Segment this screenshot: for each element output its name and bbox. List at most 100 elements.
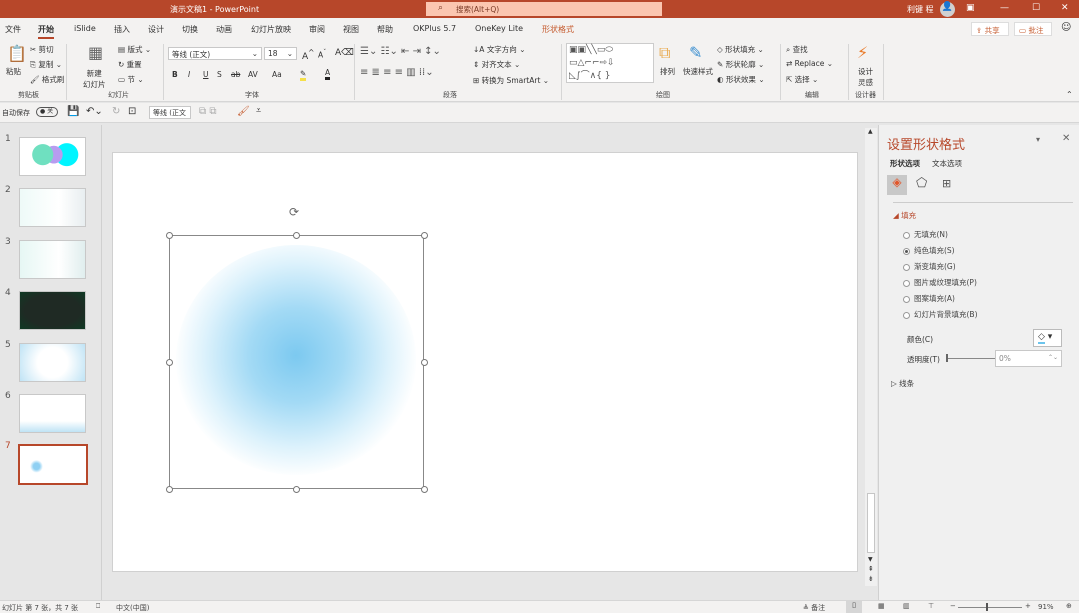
resize-handle[interactable] [421, 486, 428, 493]
copy-button[interactable]: ⎘ 复制 ⌄ [30, 59, 62, 70]
pane-options-icon[interactable]: ▾ [1036, 135, 1040, 144]
change-case-button[interactable]: Aa [272, 70, 282, 79]
feedback-icon[interactable]: ☺ [1061, 22, 1071, 33]
tab-insert[interactable]: 插入 [114, 24, 130, 35]
slide-thumbnail[interactable] [19, 394, 86, 433]
resize-handle[interactable] [293, 232, 300, 239]
collapse-ribbon-icon[interactable]: ⌃ [1066, 90, 1073, 99]
new-slide-icon[interactable]: ▦ [88, 43, 103, 62]
tab-shape-format[interactable]: 形状格式 [542, 24, 574, 35]
tab-onekey[interactable]: OneKey Lite [475, 24, 523, 33]
shape-outline-button[interactable]: ✎ 形状轮廓 ⌄ [717, 59, 764, 70]
italic-button[interactable]: I [188, 70, 190, 79]
tab-slideshow[interactable]: 幻灯片放映 [251, 24, 291, 35]
tab-file[interactable]: 文件 [5, 24, 21, 35]
new-slide-button[interactable]: 新建 幻灯片 [83, 68, 106, 90]
scroll-thumb[interactable] [867, 493, 875, 553]
text-direction-button[interactable]: ↓A 文字方向 ⌄ [473, 44, 525, 55]
tab-help[interactable]: 帮助 [377, 24, 393, 35]
slide-thumbnail[interactable] [19, 240, 86, 279]
font-size-select[interactable]: 18 ⌄ [264, 47, 297, 60]
quick-styles-icon[interactable]: ✎ [689, 43, 702, 62]
notes-button[interactable]: ≜ 备注 [803, 603, 825, 613]
tab-review[interactable]: 审阅 [309, 24, 325, 35]
search-input[interactable]: ⌕ 搜索(Alt+Q) [426, 2, 662, 16]
cut-button[interactable]: ✂ 剪切 [30, 44, 54, 55]
line-section-toggle[interactable]: ▷ 线条 [891, 378, 914, 389]
tab-okplus[interactable]: OKPlus 5.7 [413, 24, 456, 33]
tab-design[interactable]: 设计 [148, 24, 164, 35]
reading-view-icon[interactable]: ▥ [903, 602, 910, 610]
tab-shape-options[interactable]: 形状选项 [890, 158, 920, 169]
slide-thumbnail[interactable] [18, 444, 88, 485]
align-text-button[interactable]: ⇕ 对齐文本 ⌄ [473, 59, 520, 70]
arrange-button[interactable]: 排列 [660, 66, 675, 77]
redo-icon[interactable]: ↻ [112, 106, 120, 117]
shape-effects-button[interactable]: ◐ 形状效果 ⌄ [717, 74, 765, 85]
undo-icon[interactable]: ↶⌄ [86, 106, 103, 117]
fill-section-toggle[interactable]: ◢ 填充 [893, 210, 916, 221]
tab-home[interactable]: 开始 [38, 24, 54, 39]
fill-option-radio[interactable]: 图片或纹理填充(P) [903, 277, 977, 288]
section-button[interactable]: ▭ 节 ⌄ [118, 74, 144, 85]
layout-button[interactable]: ▤ 版式 ⌄ [118, 44, 151, 55]
fill-line-icon[interactable]: ◈ [887, 175, 907, 195]
resize-handle[interactable] [166, 486, 173, 493]
tab-animations[interactable]: 动画 [216, 24, 232, 35]
arrange-icon[interactable]: ⧉ [659, 43, 670, 63]
format-painter-button[interactable]: 🖌 格式刷 [30, 74, 64, 85]
replace-button[interactable]: ⇄ Replace ⌄ [786, 59, 833, 68]
char-spacing-button[interactable]: AV [248, 70, 258, 79]
underline-button[interactable]: U [203, 70, 209, 79]
highlight-icon[interactable]: ✎ [300, 69, 307, 81]
vertical-scrollbar[interactable]: ▲ ▼ ⇞ ⇟ [865, 128, 877, 586]
reset-button[interactable]: ↻ 重置 [118, 59, 142, 70]
fill-option-radio[interactable]: 图案填充(A) [903, 293, 955, 304]
slide-thumbnail[interactable] [19, 343, 86, 382]
rotate-handle-icon[interactable]: ⟳ [289, 205, 299, 219]
maximize-button[interactable]: ☐ [1032, 3, 1040, 13]
next-slide-icon[interactable]: ⇟ [868, 575, 874, 583]
decrease-font-icon[interactable]: Aˇ [318, 49, 326, 60]
alignment-icons[interactable]: ≡ ≣ ≡ ≡ ▥ ⁞⁞⌄ [360, 67, 434, 78]
autosave-toggle[interactable]: ● 关 [36, 107, 58, 117]
bullets-icon[interactable]: ☰⌄ ☷⌄ ⇤ ⇥ ↕⌄ [360, 46, 441, 57]
fit-slide-icon[interactable]: ⊕ [1066, 602, 1072, 610]
start-slideshow-icon[interactable]: ⊡ [128, 106, 136, 117]
resize-handle[interactable] [166, 359, 173, 366]
save-icon[interactable]: 💾 [67, 106, 79, 117]
resize-handle[interactable] [421, 232, 428, 239]
comments-button[interactable]: ▭ 批注 [1014, 22, 1052, 36]
slideshow-view-icon[interactable]: ⊤ [928, 602, 934, 610]
format-painter-icon[interactable]: 🖌 [237, 106, 250, 117]
slide-thumbnail[interactable] [19, 137, 86, 176]
shadow-button[interactable]: S [217, 70, 222, 79]
find-button[interactable]: ⌕ 查找 [786, 44, 808, 55]
accessibility-icon[interactable]: ⎕ [96, 602, 100, 611]
slide-sorter-icon[interactable]: ▦ [878, 602, 885, 610]
fill-option-radio[interactable]: 幻灯片背景填充(B) [903, 309, 978, 320]
shapes-gallery[interactable]: ▣▣╲╲▭⬭ ▭△⌐⌐⇨⇩ ◺∫⌒∧{ } [566, 43, 654, 83]
tab-view[interactable]: 视图 [343, 24, 359, 35]
share-button[interactable]: ⇪ 共享 [971, 22, 1009, 36]
transparency-slider-thumb[interactable] [946, 354, 948, 362]
zoom-level[interactable]: 91% [1038, 603, 1054, 611]
tab-text-options[interactable]: 文本选项 [932, 158, 962, 169]
paste-button[interactable]: 粘贴 [6, 66, 21, 77]
close-button[interactable]: ✕ [1061, 3, 1069, 13]
fill-option-radio[interactable]: 纯色填充(S) [903, 245, 955, 256]
zoom-in-button[interactable]: + [1025, 602, 1031, 610]
design-ideas-icon[interactable]: ⚡ [857, 43, 868, 62]
strikethrough-button[interactable]: ab [231, 70, 240, 79]
avatar[interactable]: 👤 [940, 2, 955, 17]
tab-transitions[interactable]: 切换 [182, 24, 198, 35]
resize-handle[interactable] [293, 486, 300, 493]
transparency-slider[interactable] [947, 358, 995, 359]
resize-handle[interactable] [166, 232, 173, 239]
fill-option-radio[interactable]: 无填充(N) [903, 229, 948, 240]
tab-islide[interactable]: iSlide [74, 24, 96, 33]
zoom-slider-thumb[interactable] [986, 603, 988, 611]
resize-handle[interactable] [421, 359, 428, 366]
zoom-slider[interactable] [958, 607, 1022, 608]
font-color-icon[interactable]: A [325, 68, 331, 80]
